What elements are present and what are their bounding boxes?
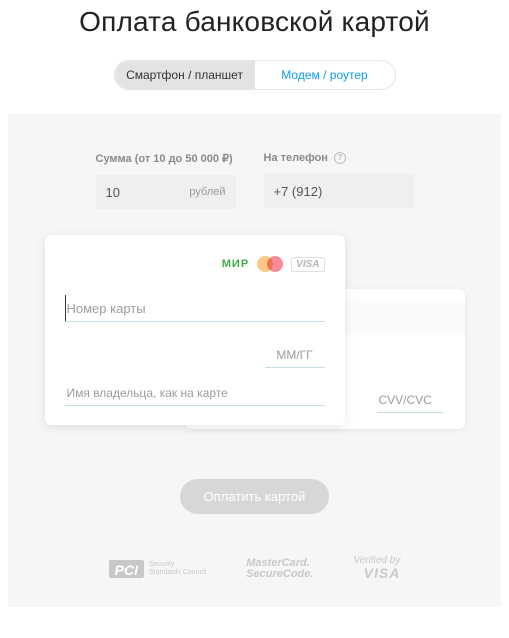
amount-box: рублей bbox=[96, 175, 236, 209]
card-number-input[interactable] bbox=[65, 297, 325, 322]
cards-area: МИР VISA bbox=[45, 235, 465, 441]
payment-panel: Сумма (от 10 до 50 000 ₽) рублей На теле… bbox=[8, 114, 501, 607]
tab-modem[interactable]: Модем / роутер bbox=[255, 61, 395, 89]
page-title: Оплата банковской картой bbox=[0, 0, 509, 60]
phone-label: На телефон ? bbox=[264, 152, 346, 164]
visa-logo-icon: VISA bbox=[291, 257, 324, 272]
phone-box bbox=[264, 174, 414, 208]
mastercard-logo-icon bbox=[257, 256, 283, 272]
cvv-input[interactable] bbox=[377, 389, 443, 413]
tab-smartphone[interactable]: Смартфон / планшет bbox=[115, 61, 255, 89]
card-expiry-input[interactable] bbox=[265, 344, 325, 368]
card-front: МИР VISA bbox=[45, 235, 345, 425]
mastercard-securecode-logo: MasterCard. SecureCode. bbox=[246, 558, 313, 580]
phone-group: На телефон ? bbox=[264, 152, 414, 209]
pci-logo: PCI Security Standards Council bbox=[109, 560, 207, 578]
amount-group: Сумма (от 10 до 50 000 ₽) рублей bbox=[96, 152, 236, 209]
amount-label: Сумма (от 10 до 50 000 ₽) bbox=[96, 152, 233, 165]
phone-input[interactable] bbox=[274, 184, 404, 199]
amount-input[interactable] bbox=[106, 185, 166, 200]
cursor-caret bbox=[65, 295, 66, 321]
phone-label-text: На телефон bbox=[264, 152, 328, 164]
mcsc-line2: SecureCode. bbox=[246, 568, 313, 580]
pci-text-1: Security bbox=[149, 561, 174, 568]
device-tabs: Смартфон / планшет Модем / роутер bbox=[114, 60, 396, 90]
help-icon[interactable]: ? bbox=[334, 152, 346, 164]
pci-text-2: Standards Council bbox=[149, 569, 206, 576]
pci-badge-icon: PCI bbox=[109, 560, 144, 578]
pay-button[interactable]: Оплатить картой bbox=[180, 479, 330, 514]
card-brand-row: МИР VISA bbox=[65, 253, 325, 275]
mir-logo-icon: МИР bbox=[222, 258, 249, 270]
verified-by-visa-logo: Verified by VISA bbox=[353, 556, 400, 581]
card-holder-input[interactable] bbox=[65, 382, 325, 406]
amount-suffix: рублей bbox=[189, 186, 225, 198]
vbv-line2: VISA bbox=[364, 565, 401, 581]
security-logos: PCI Security Standards Council MasterCar… bbox=[8, 556, 501, 581]
